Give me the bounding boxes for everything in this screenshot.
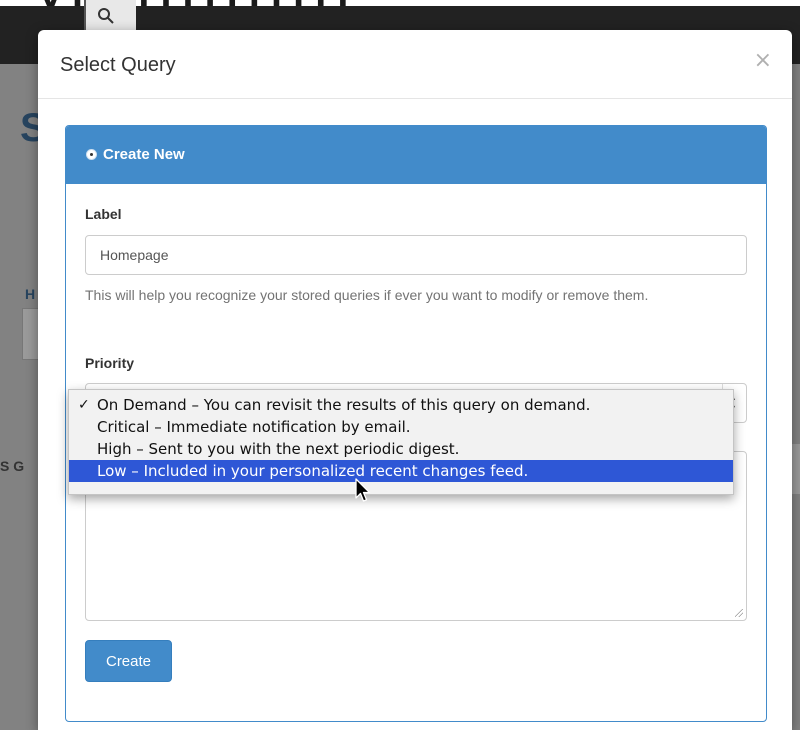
option-label: Critical – Immediate notification by ema… <box>97 418 411 436</box>
option-label: High – Sent to you with the next periodi… <box>97 440 460 458</box>
close-icon[interactable]: × <box>754 48 772 73</box>
background-letter-h: H <box>25 286 36 302</box>
panel-heading[interactable]: Create New <box>66 126 766 184</box>
label-field-label: Label <box>85 206 122 222</box>
checkmark-icon: ✓ <box>78 397 90 413</box>
priority-option-on-demand[interactable]: ✓ On Demand – You can revisit the result… <box>69 394 733 416</box>
priority-field-label: Priority <box>85 355 135 371</box>
priority-option-critical[interactable]: Critical – Immediate notification by ema… <box>69 416 733 438</box>
mouse-cursor-icon <box>355 478 371 502</box>
radio-icon[interactable] <box>86 149 97 160</box>
priority-dropdown-list: ✓ On Demand – You can revisit the result… <box>68 389 734 495</box>
priority-option-high[interactable]: High – Sent to you with the next periodi… <box>69 438 733 460</box>
select-query-modal: Select Query × Create New Label Homepage… <box>38 30 792 730</box>
modal-title: Select Query <box>60 54 176 76</box>
modal-header: Select Query × <box>38 30 792 99</box>
option-label: Low – Included in your personalized rece… <box>97 462 529 480</box>
priority-option-low[interactable]: Low – Included in your personalized rece… <box>69 460 733 482</box>
option-label: On Demand – You can revisit the results … <box>97 396 591 414</box>
background-letters-sg: S G <box>0 458 25 474</box>
panel-heading-label: Create New <box>103 146 185 163</box>
create-button[interactable]: Create <box>85 640 172 682</box>
resize-grip-icon[interactable] <box>735 609 743 617</box>
background-search-button <box>84 0 136 30</box>
search-icon <box>98 8 114 24</box>
label-input[interactable]: Homepage <box>85 235 747 275</box>
label-help-text: This will help you recognize your stored… <box>85 287 649 303</box>
